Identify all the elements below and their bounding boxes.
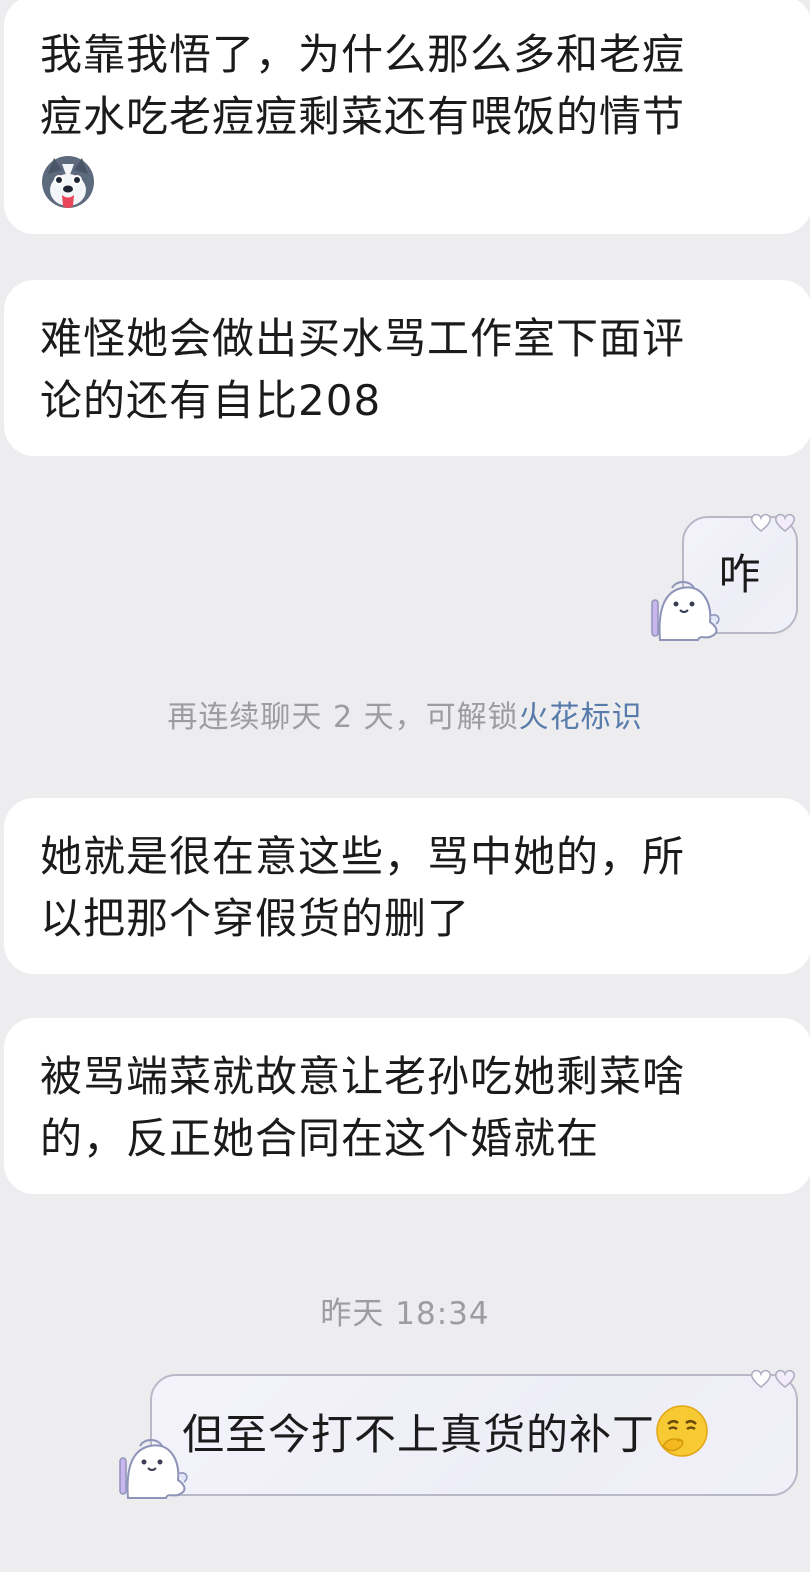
message-line: 难怪她会做出买水骂工作室下面评	[40, 314, 686, 363]
message-bubble-incoming[interactable]: 难怪她会做出买水骂工作室下面评 论的还有自比208	[4, 280, 810, 456]
hearts-icon	[750, 1369, 796, 1389]
hearts-icon	[750, 513, 796, 533]
message-line: 论的还有自比208	[40, 376, 382, 425]
message-text: 咋	[718, 550, 762, 599]
message-line: 以把那个穿假货的删了	[40, 894, 471, 943]
thinking-face-emoji-icon	[655, 1404, 709, 1458]
spark-unlock-tip: 再连续聊天 2 天，可解锁火花标识	[0, 692, 810, 736]
message-bubble-incoming[interactable]: 被骂端菜就故意让老孙吃她剩菜啥 的，反正她合同在这个婚就在	[4, 1018, 810, 1194]
message-line: 被骂端菜就故意让老孙吃她剩菜啥	[40, 1052, 686, 1101]
message-bubble-incoming[interactable]: 我靠我悟了，为什么那么多和老痘 痘水吃老痘痘剩菜还有喂饭的情节	[4, 0, 810, 234]
tip-text: 再连续聊天 2 天，可解锁	[167, 700, 519, 735]
message-bubble-outgoing[interactable]: 但至今打不上真货的补丁	[150, 1374, 798, 1496]
husky-emoji-icon	[40, 154, 96, 210]
spark-badge-link[interactable]: 火花标识	[519, 700, 643, 735]
message-line: 我靠我悟了，为什么那么多和老痘	[40, 30, 686, 79]
message-bubble-incoming[interactable]: 她就是很在意这些，骂中她的，所 以把那个穿假货的删了	[4, 798, 810, 974]
message-line: 痘水吃老痘痘剩菜还有喂饭的情节	[40, 92, 686, 141]
ghost-mascot-icon	[651, 581, 720, 641]
message-text: 但至今打不上真货的补丁	[182, 1410, 656, 1459]
ghost-mascot-icon	[119, 1439, 188, 1499]
message-line: 的，反正她合同在这个婚就在	[40, 1114, 600, 1163]
message-line: 她就是很在意这些，骂中她的，所	[40, 832, 686, 881]
timestamp: 昨天 18:34	[320, 1296, 490, 1332]
